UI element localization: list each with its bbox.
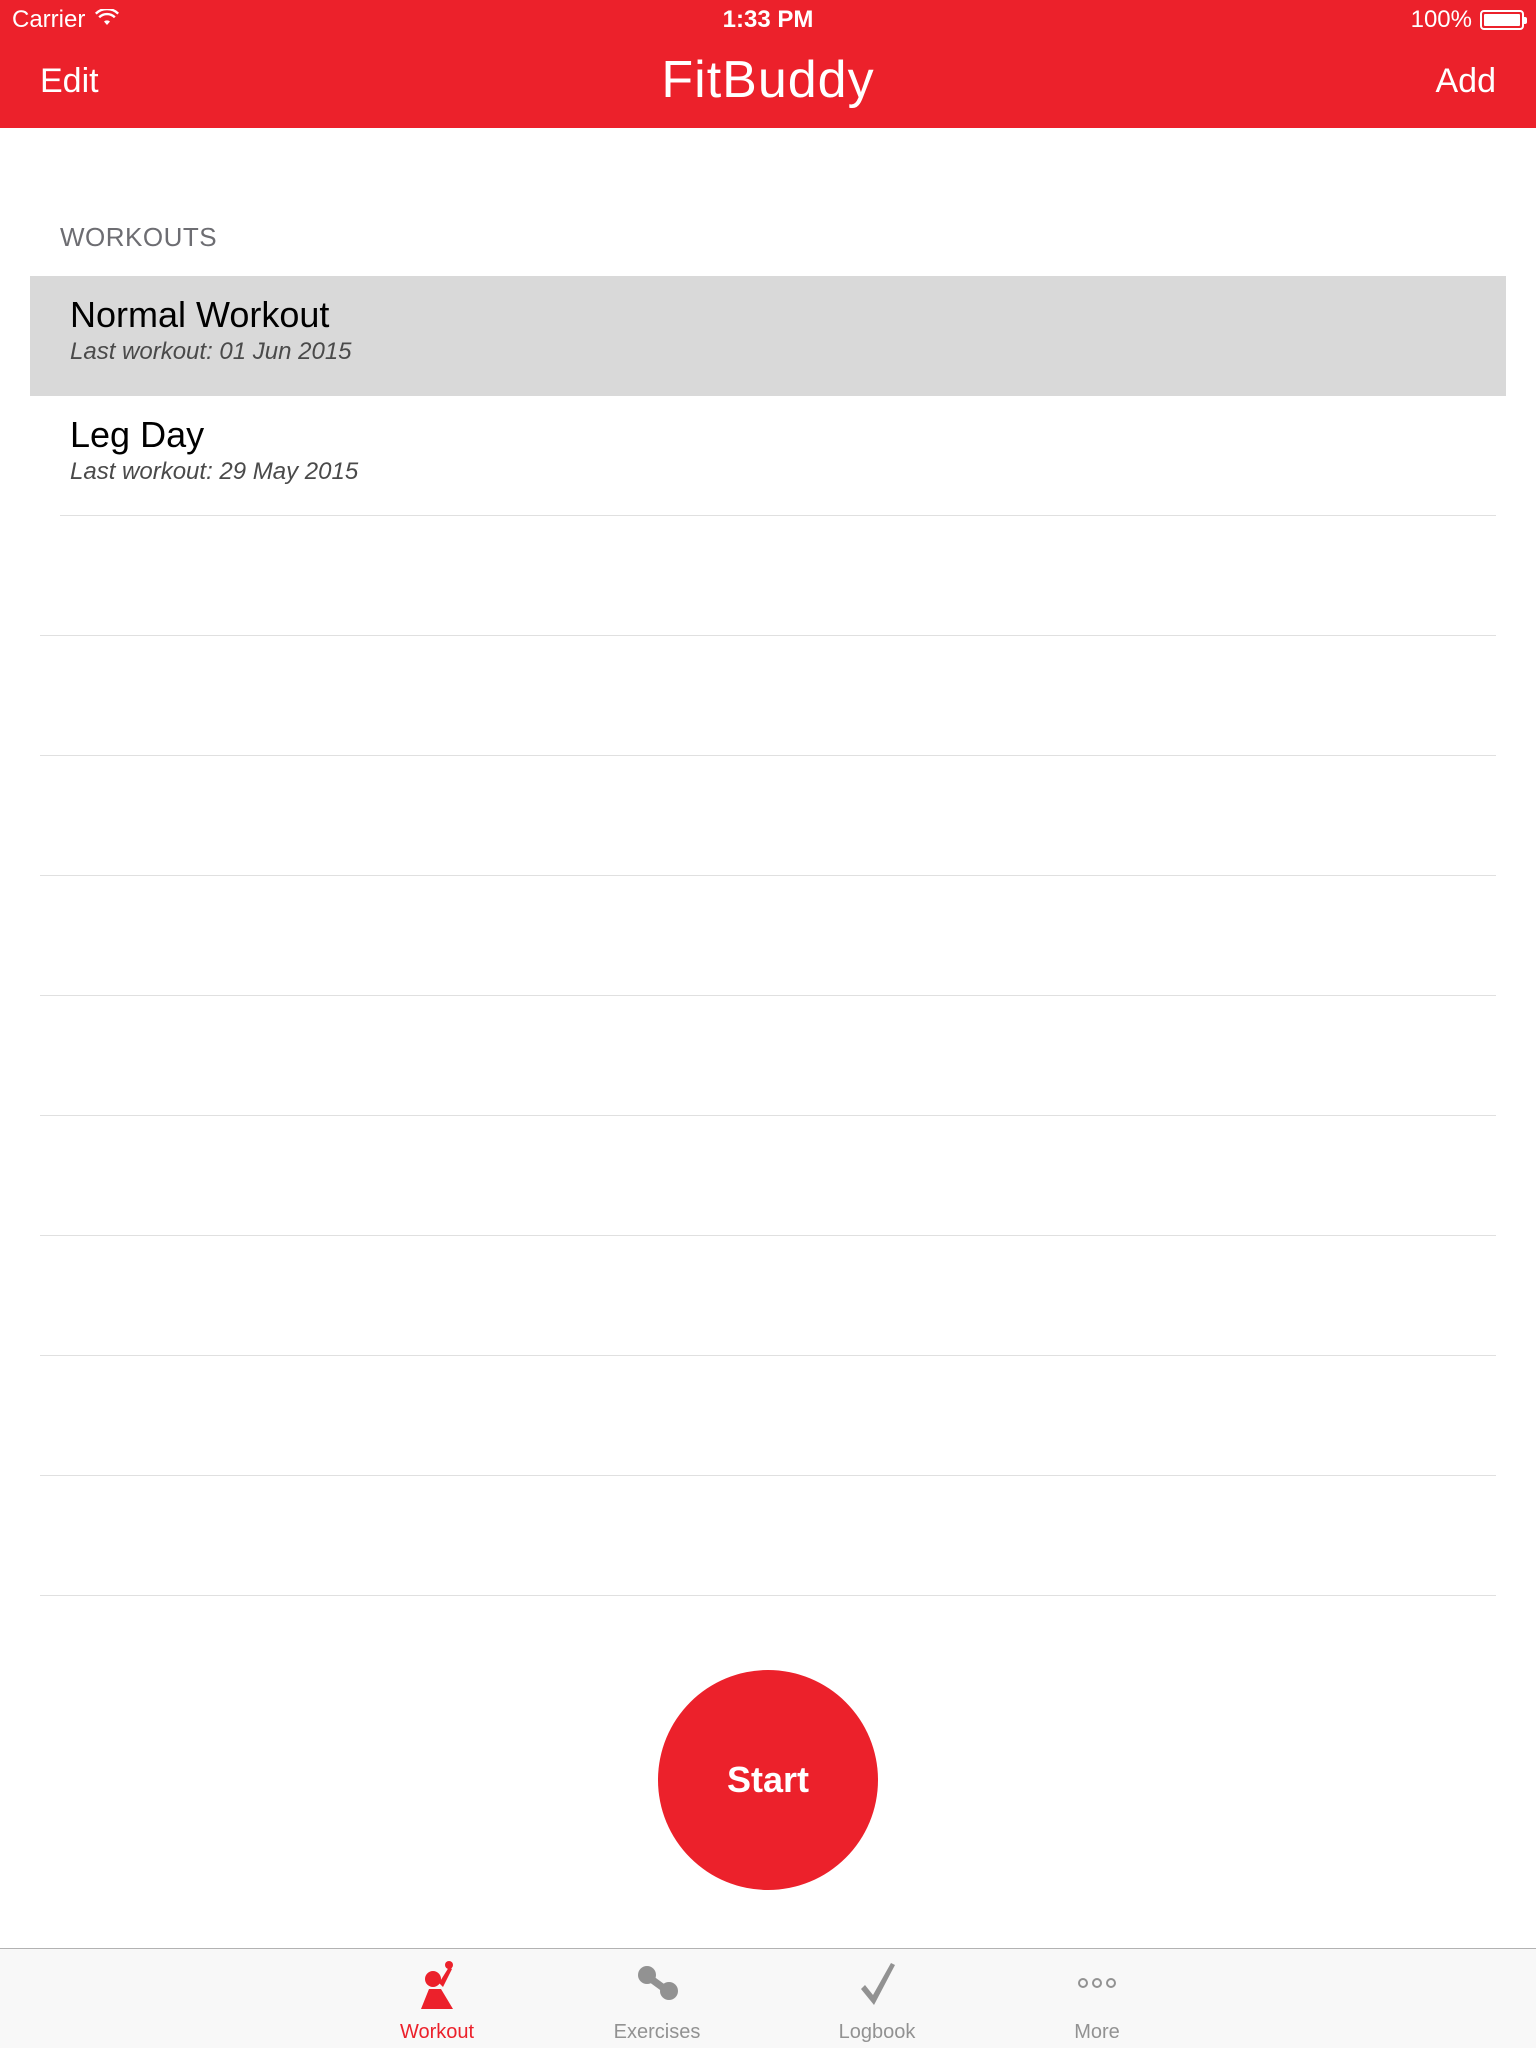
battery-fill (1484, 14, 1520, 26)
workout-list: Normal Workout Last workout: 01 Jun 2015… (30, 276, 1506, 516)
empty-row (40, 1476, 1496, 1596)
nav-bar: Edit FitBuddy Add (0, 40, 1536, 128)
empty-row (40, 1356, 1496, 1476)
page-title: FitBuddy (661, 51, 875, 109)
tab-workout[interactable]: Workout (357, 1959, 517, 2049)
tab-label: Workout (399, 2021, 475, 2043)
more-icon (1067, 1959, 1127, 2019)
tab-label: Logbook (838, 2021, 916, 2043)
empty-row (40, 1236, 1496, 1356)
workout-name: Normal Workout (70, 294, 330, 335)
empty-row (40, 756, 1496, 876)
workout-name: Leg Day (70, 414, 205, 455)
tab-label: More (1074, 2021, 1120, 2043)
empty-row (40, 996, 1496, 1116)
exercises-icon (627, 1959, 687, 2019)
empty-row (40, 876, 1496, 996)
workout-last-date: Last workout: 01 Jun 2015 (70, 338, 352, 365)
status-bar: Carrier 1:33 PM 100% (0, 0, 1536, 40)
workout-row-leg-day[interactable]: Leg Day Last workout: 29 May 2015 (30, 396, 1506, 516)
empty-row (40, 516, 1496, 636)
status-right: 100% (1410, 6, 1527, 34)
add-button[interactable]: Add (1436, 62, 1497, 101)
workout-last-date: Last workout: 29 May 2015 (70, 458, 359, 485)
tab-label: Exercises (613, 2021, 701, 2043)
workout-row-normal-workout[interactable]: Normal Workout Last workout: 01 Jun 2015 (30, 276, 1506, 396)
status-time: 1:33 PM (722, 6, 814, 33)
tab-more[interactable]: More (1017, 1959, 1177, 2049)
header: Carrier 1:33 PM 100% Edit FitBuddy Add (0, 0, 1536, 128)
battery-percent: 100% (1410, 6, 1472, 33)
section-header: WORKOUTS (60, 222, 218, 252)
battery-icon (1480, 10, 1527, 30)
empty-rows (40, 516, 1496, 1596)
workout-icon (407, 1959, 467, 2019)
logbook-icon (847, 1959, 907, 2019)
empty-row (40, 1116, 1496, 1236)
tab-logbook[interactable]: Logbook (797, 1959, 957, 2049)
tab-bar: Workout Exercises Logbook More (0, 1948, 1536, 2048)
empty-row (40, 636, 1496, 756)
start-button[interactable]: Start (658, 1670, 878, 1890)
tab-exercises[interactable]: Exercises (577, 1959, 737, 2049)
